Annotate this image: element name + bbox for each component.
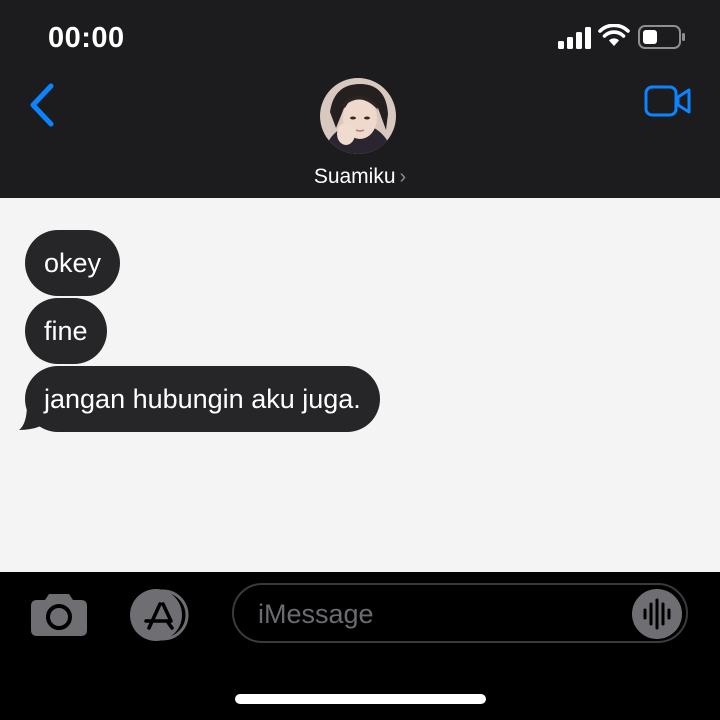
wifi-icon — [598, 24, 630, 46]
message-input[interactable]: iMessage — [232, 583, 688, 643]
home-indicator[interactable] — [235, 694, 486, 704]
message-bubble[interactable]: fine — [25, 298, 107, 364]
status-time: 00:00 — [48, 22, 125, 54]
video-camera-icon[interactable] — [644, 85, 692, 117]
audio-waveform-icon[interactable] — [632, 589, 682, 639]
contact-name-button[interactable]: Suamiku › — [0, 165, 720, 189]
battery-icon — [638, 25, 685, 49]
input-bar: iMessage — [0, 572, 720, 720]
conversation-view[interactable]: okey fine jangan hubungin aku juga. — [0, 198, 720, 572]
camera-icon[interactable] — [29, 590, 89, 638]
contact-avatar[interactable] — [320, 78, 396, 154]
app-store-icon[interactable] — [127, 588, 195, 642]
header: 00:00 Suamiku › — [0, 0, 720, 198]
chevron-right-icon: › — [399, 166, 407, 188]
back-chevron-icon[interactable] — [28, 82, 56, 128]
message-bubble[interactable]: jangan hubungin aku juga. — [25, 366, 380, 432]
message-bubble[interactable]: okey — [25, 230, 121, 296]
message-input-placeholder: iMessage — [258, 599, 374, 629]
contact-name: Suamiku — [313, 165, 396, 188]
signal-icon — [558, 27, 591, 49]
